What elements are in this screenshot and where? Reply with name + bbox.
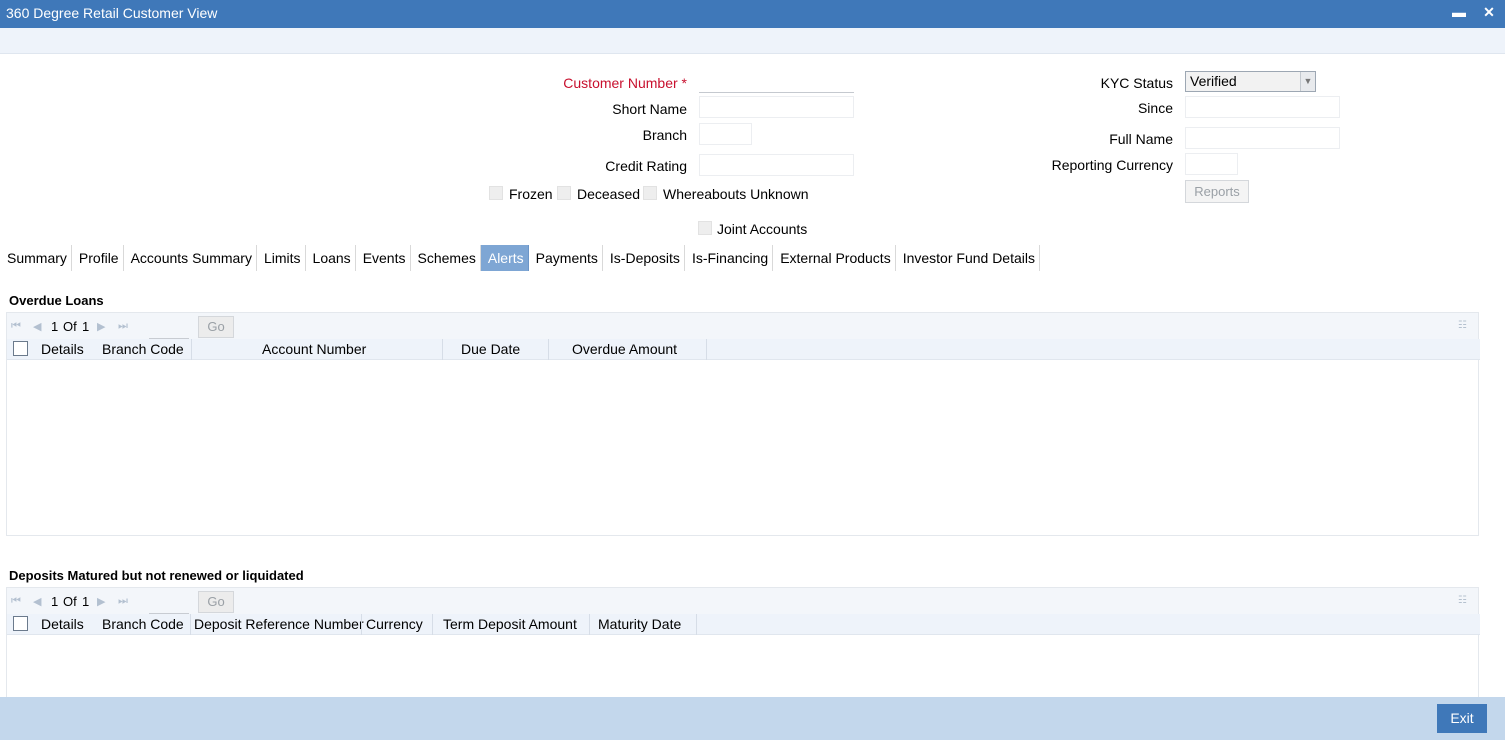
first-page-icon[interactable]: ⏮ bbox=[11, 595, 21, 608]
tab-payments[interactable]: Payments bbox=[529, 245, 603, 271]
branch-input[interactable] bbox=[699, 123, 752, 145]
short-name-input[interactable] bbox=[699, 96, 854, 118]
column-currency: Currency bbox=[366, 616, 423, 632]
column-divider bbox=[361, 614, 362, 635]
page-number-input[interactable] bbox=[149, 602, 189, 614]
column-divider bbox=[706, 339, 707, 360]
tab-loans[interactable]: Loans bbox=[306, 245, 356, 271]
customer-number-label: Customer Number * bbox=[563, 75, 687, 91]
short-name-label: Short Name bbox=[612, 101, 687, 117]
toolbar-band bbox=[0, 28, 1505, 54]
grid-options-icon[interactable]: ☷ bbox=[1458, 596, 1470, 606]
column-divider bbox=[191, 339, 192, 360]
last-page-icon[interactable]: ⏭ bbox=[118, 320, 128, 333]
footer-bar bbox=[0, 697, 1505, 740]
close-icon[interactable]: ✕ bbox=[1480, 4, 1498, 24]
tab-is-financing[interactable]: Is-Financing bbox=[685, 245, 774, 271]
since-label: Since bbox=[1137, 100, 1173, 116]
deceased-label: Deceased bbox=[577, 186, 641, 202]
joint-accounts-label: Joint Accounts bbox=[717, 221, 808, 237]
column-deposit-reference-number: Deposit Reference Number bbox=[194, 616, 364, 632]
page-of: Of bbox=[63, 319, 77, 334]
minimize-icon[interactable]: ▬ bbox=[1450, 4, 1468, 24]
column-details: Details bbox=[41, 616, 84, 632]
column-details: Details bbox=[41, 341, 84, 357]
tab-events[interactable]: Events bbox=[356, 245, 411, 271]
next-page-icon[interactable]: ▶ bbox=[97, 595, 105, 608]
tab-schemes[interactable]: Schemes bbox=[411, 245, 481, 271]
window-title: 360 Degree Retail Customer View bbox=[6, 5, 218, 21]
grid-options-icon[interactable]: ☷ bbox=[1458, 321, 1470, 331]
go-button[interactable]: Go bbox=[198, 591, 234, 613]
page-total: 1 bbox=[82, 594, 90, 609]
first-page-icon[interactable]: ⏮ bbox=[11, 320, 21, 333]
column-overdue-amount: Overdue Amount bbox=[572, 341, 678, 357]
matured-deposits-pager: ⏮ ◀ 1 Of 1 ▶ ⏭ Go ☷ bbox=[7, 588, 1478, 614]
whereabouts-unknown-checkbox[interactable] bbox=[643, 186, 657, 200]
overdue-loans-grid: ⏮ ◀ 1 Of 1 ▶ ⏭ Go ☷ Details Branch Code … bbox=[6, 312, 1480, 536]
select-all-checkbox[interactable] bbox=[13, 341, 28, 356]
page-number-input[interactable] bbox=[149, 327, 189, 339]
column-divider bbox=[190, 614, 191, 635]
last-page-icon[interactable]: ⏭ bbox=[118, 595, 128, 608]
overdue-loans-title: Overdue Loans bbox=[9, 293, 104, 308]
page-total: 1 bbox=[82, 319, 90, 334]
tab-external-products[interactable]: External Products bbox=[773, 245, 896, 271]
kyc-status-select[interactable]: Verified ▼ bbox=[1185, 71, 1316, 92]
credit-rating-label: Credit Rating bbox=[605, 158, 687, 174]
column-divider bbox=[432, 614, 433, 635]
reports-button[interactable]: Reports bbox=[1185, 180, 1249, 203]
customer-number-input[interactable] bbox=[699, 71, 854, 93]
column-account-number: Account Number bbox=[262, 341, 367, 357]
frozen-checkbox[interactable] bbox=[489, 186, 503, 200]
column-branch-code: Branch Code bbox=[102, 616, 184, 632]
page-of: Of bbox=[63, 594, 77, 609]
since-input[interactable] bbox=[1185, 96, 1340, 118]
column-divider bbox=[696, 614, 697, 635]
frozen-label: Frozen bbox=[509, 186, 553, 202]
column-branch-code: Branch Code bbox=[102, 341, 184, 357]
title-bar: 360 Degree Retail Customer View ▬ ✕ bbox=[0, 0, 1505, 28]
column-divider bbox=[548, 339, 549, 360]
page-current: 1 bbox=[51, 319, 59, 334]
full-name-label: Full Name bbox=[1109, 131, 1173, 147]
select-all-checkbox[interactable] bbox=[13, 616, 28, 631]
column-divider bbox=[589, 614, 590, 635]
overdue-loans-header: Details Branch Code Account Number Due D… bbox=[7, 339, 1480, 360]
tab-accounts-summary[interactable]: Accounts Summary bbox=[124, 245, 257, 271]
kyc-status-label: KYC Status bbox=[1100, 75, 1173, 91]
deceased-checkbox[interactable] bbox=[557, 186, 571, 200]
previous-page-icon[interactable]: ◀ bbox=[33, 320, 41, 333]
reporting-currency-input[interactable] bbox=[1185, 153, 1238, 175]
go-button[interactable]: Go bbox=[198, 316, 234, 338]
next-page-icon[interactable]: ▶ bbox=[97, 320, 105, 333]
tab-alerts[interactable]: Alerts bbox=[480, 245, 529, 271]
column-divider bbox=[442, 339, 443, 360]
exit-button[interactable]: Exit bbox=[1437, 704, 1487, 733]
overdue-loans-pager: ⏮ ◀ 1 Of 1 ▶ ⏭ Go ☷ bbox=[7, 313, 1478, 339]
credit-rating-input[interactable] bbox=[699, 154, 854, 176]
full-name-input[interactable] bbox=[1185, 127, 1340, 149]
page-current: 1 bbox=[51, 594, 59, 609]
branch-label: Branch bbox=[642, 127, 687, 143]
chevron-down-icon[interactable]: ▼ bbox=[1300, 72, 1315, 91]
matured-deposits-grid: ⏮ ◀ 1 Of 1 ▶ ⏭ Go ☷ Details Branch Code … bbox=[6, 587, 1480, 697]
whereabouts-unknown-label: Whereabouts Unknown bbox=[663, 186, 809, 202]
tab-bar: Summary Profile Accounts Summary Limits … bbox=[0, 245, 1040, 271]
joint-accounts-checkbox[interactable] bbox=[698, 221, 712, 235]
tab-limits[interactable]: Limits bbox=[257, 245, 306, 271]
column-due-date: Due Date bbox=[461, 341, 521, 357]
reporting-currency-label: Reporting Currency bbox=[1051, 157, 1173, 173]
column-maturity-date: Maturity Date bbox=[598, 616, 682, 632]
column-term-deposit-amount: Term Deposit Amount bbox=[443, 616, 577, 632]
matured-deposits-title: Deposits Matured but not renewed or liqu… bbox=[9, 568, 304, 583]
tab-summary[interactable]: Summary bbox=[0, 245, 72, 271]
tab-investor-fund-details[interactable]: Investor Fund Details bbox=[896, 245, 1040, 271]
previous-page-icon[interactable]: ◀ bbox=[33, 595, 41, 608]
matured-deposits-header: Details Branch Code Deposit Reference Nu… bbox=[7, 614, 1480, 635]
tab-is-deposits[interactable]: Is-Deposits bbox=[603, 245, 685, 271]
kyc-status-value: Verified bbox=[1190, 73, 1237, 89]
tab-profile[interactable]: Profile bbox=[72, 245, 124, 271]
